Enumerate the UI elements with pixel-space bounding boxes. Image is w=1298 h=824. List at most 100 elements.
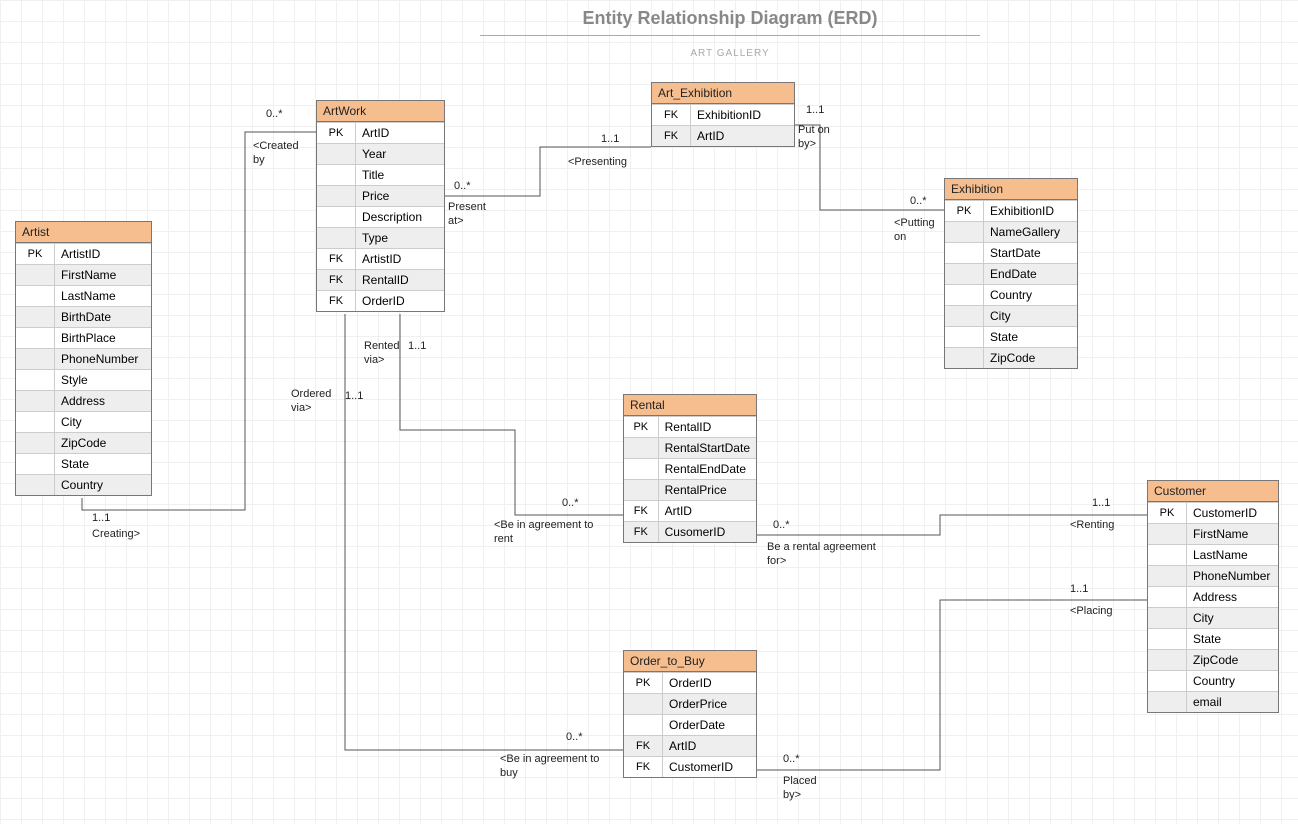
table-row: Description: [317, 207, 444, 228]
attr-cell: ExhibitionID: [691, 105, 795, 126]
key-cell: [16, 286, 55, 307]
key-cell: [16, 454, 55, 475]
key-cell: FK: [652, 126, 691, 147]
attr-cell: NameGallery: [984, 222, 1078, 243]
attr-cell: ZipCode: [55, 433, 152, 454]
entity-exhibition[interactable]: ExhibitionPKExhibitionIDNameGalleryStart…: [944, 178, 1078, 369]
key-cell: FK: [317, 270, 356, 291]
entity-rows-artist: PKArtistIDFirstNameLastNameBirthDateBirt…: [16, 243, 151, 495]
table-row: Address: [1148, 587, 1278, 608]
key-cell: PK: [624, 673, 663, 694]
table-row: PhoneNumber: [1148, 566, 1278, 587]
table-row: FirstName: [1148, 524, 1278, 545]
key-cell: [1148, 671, 1187, 692]
table-row: PKArtID: [317, 123, 444, 144]
rel-agreement-rent: <Be in agreement to rent: [494, 519, 593, 547]
key-cell: [16, 433, 55, 454]
table-row: OrderPrice: [624, 694, 756, 715]
attr-cell: OrderPrice: [663, 694, 757, 715]
attr-cell: Country: [984, 285, 1078, 306]
key-cell: [16, 328, 55, 349]
entity-header-exhibition: Exhibition: [945, 179, 1077, 200]
key-cell: PK: [624, 417, 658, 438]
entity-rental[interactable]: RentalPKRentalIDRentalStartDateRentalEnd…: [623, 394, 757, 543]
diagram-subtitle: ART GALLERY: [480, 48, 980, 59]
attr-cell: FirstName: [55, 265, 152, 286]
attr-cell: Year: [356, 144, 445, 165]
table-row: PKArtistID: [16, 244, 151, 265]
attr-cell: ArtistID: [55, 244, 152, 265]
table-row: Country: [945, 285, 1077, 306]
entity-artist[interactable]: ArtistPKArtistIDFirstNameLastNameBirthDa…: [15, 221, 152, 496]
entity-art_exh[interactable]: Art_ExhibitionFKExhibitionIDFKArtID: [651, 82, 795, 147]
rel-creating: Creating>: [92, 528, 140, 542]
card-exh-artexh: 0..*: [910, 195, 927, 209]
attr-cell: City: [1187, 608, 1279, 629]
entity-rows-customer: PKCustomerIDFirstNameLastNamePhoneNumber…: [1148, 502, 1278, 712]
erd-canvas: Entity Relationship Diagram (ERD) ART GA…: [0, 0, 1298, 824]
card-artist-artwork: 1..1: [92, 512, 110, 526]
key-cell: FK: [624, 522, 658, 543]
table-row: Style: [16, 370, 151, 391]
table-row: Address: [16, 391, 151, 412]
rel-put-on-by: Put on by>: [798, 124, 830, 152]
table-row: ZipCode: [945, 348, 1077, 369]
key-cell: FK: [317, 291, 356, 312]
attr-cell: BirthDate: [55, 307, 152, 328]
key-cell: PK: [945, 201, 984, 222]
attr-cell: BirthPlace: [55, 328, 152, 349]
table-row: Title: [317, 165, 444, 186]
key-cell: [945, 243, 984, 264]
attr-cell: OrderID: [663, 673, 757, 694]
rel-created-by: <Created by: [253, 140, 299, 168]
attr-cell: ZipCode: [1187, 650, 1279, 671]
key-cell: [16, 307, 55, 328]
entity-artwork[interactable]: ArtWorkPKArtIDYearTitlePriceDescriptionT…: [316, 100, 445, 312]
attr-cell: LastName: [1187, 545, 1279, 566]
key-cell: FK: [624, 736, 663, 757]
attr-cell: EndDate: [984, 264, 1078, 285]
key-cell: [1148, 587, 1187, 608]
key-cell: [16, 349, 55, 370]
table-row: RentalPrice: [624, 480, 756, 501]
key-cell: [1148, 608, 1187, 629]
attr-cell: FirstName: [1187, 524, 1279, 545]
attr-cell: OrderDate: [663, 715, 757, 736]
key-cell: [317, 165, 356, 186]
card-cust-rental: 1..1: [1092, 497, 1110, 511]
key-cell: PK: [1148, 503, 1187, 524]
table-row: ZipCode: [16, 433, 151, 454]
attr-cell: Description: [356, 207, 445, 228]
table-row: FKCustomerID: [624, 757, 756, 778]
attr-cell: Style: [55, 370, 152, 391]
card-rental-artwork: 0..*: [562, 497, 579, 511]
key-cell: [1148, 692, 1187, 713]
entity-header-artwork: ArtWork: [317, 101, 444, 122]
key-cell: [317, 228, 356, 249]
rel-present-at: Present at>: [448, 201, 486, 229]
entity-header-customer: Customer: [1148, 481, 1278, 502]
entity-order[interactable]: Order_to_BuyPKOrderIDOrderPriceOrderDate…: [623, 650, 757, 778]
table-row: PKRentalID: [624, 417, 756, 438]
attr-cell: CusomerID: [658, 522, 756, 543]
card-order-artwork: 0..*: [566, 731, 583, 745]
attr-cell: ArtID: [663, 736, 757, 757]
rel-presenting: <Presenting: [568, 156, 627, 170]
attr-cell: CustomerID: [663, 757, 757, 778]
table-row: PhoneNumber: [16, 349, 151, 370]
diagram-title: Entity Relationship Diagram (ERD): [480, 8, 980, 36]
rel-placing: <Placing: [1070, 605, 1113, 619]
table-row: OrderDate: [624, 715, 756, 736]
card-order-cust: 0..*: [783, 753, 800, 767]
entity-customer[interactable]: CustomerPKCustomerIDFirstNameLastNamePho…: [1147, 480, 1279, 713]
key-cell: PK: [317, 123, 356, 144]
rel-rental-agreement-for: Be a rental agreement for>: [767, 541, 876, 569]
attr-cell: ArtID: [658, 501, 756, 522]
table-row: Year: [317, 144, 444, 165]
key-cell: [624, 694, 663, 715]
table-row: RentalStartDate: [624, 438, 756, 459]
attr-cell: RentalStartDate: [658, 438, 756, 459]
card-rental-cust: 0..*: [773, 519, 790, 533]
card-artwork-order: 1..1: [345, 390, 363, 404]
table-row: State: [16, 454, 151, 475]
